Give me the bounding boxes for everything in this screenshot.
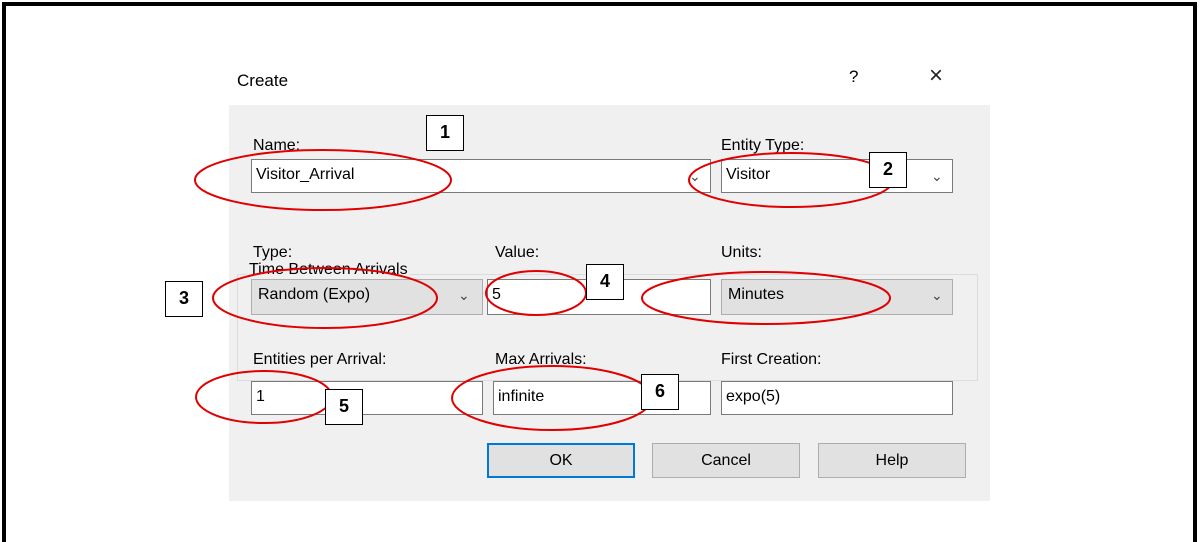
entity-type-value: Visitor xyxy=(726,166,771,183)
value-label: Value: xyxy=(495,244,540,261)
name-label: Name: xyxy=(253,137,301,154)
callout-6: 6 xyxy=(641,374,679,410)
close-icon[interactable]: × xyxy=(929,64,943,88)
entities-per-arrival-value: 1 xyxy=(256,388,265,405)
type-chevron-down-icon[interactable]: ⌄ xyxy=(458,287,470,304)
entity-type-chevron-down-icon[interactable]: ⌄ xyxy=(931,168,943,185)
first-creation-label: First Creation: xyxy=(721,351,822,368)
max-arrivals-value: infinite xyxy=(498,388,545,405)
first-creation-value: expo(5) xyxy=(726,388,781,405)
name-dropdown-chevron-down-icon[interactable]: ⌄ xyxy=(689,168,701,185)
type-select[interactable]: Random (Expo) xyxy=(251,279,483,315)
callout-5: 5 xyxy=(325,389,363,425)
dialog-title: Create xyxy=(237,71,289,90)
entity-type-combo[interactable]: Visitor xyxy=(721,159,953,193)
name-value: Visitor_Arrival xyxy=(256,166,355,183)
name-combo[interactable]: Visitor_Arrival xyxy=(251,159,711,193)
type-value: Random (Expo) xyxy=(258,286,371,303)
help-button[interactable]: Help xyxy=(818,443,966,478)
callout-1: 1 xyxy=(426,115,464,151)
time-between-arrivals-label: Time Between Arrivals xyxy=(247,261,410,279)
ok-button[interactable]: OK xyxy=(487,443,635,478)
units-label: Units: xyxy=(721,244,762,261)
entities-per-arrival-label: Entities per Arrival: xyxy=(253,351,387,368)
type-label: Type: xyxy=(253,244,293,261)
entity-type-label: Entity Type: xyxy=(721,137,805,154)
value-text: 5 xyxy=(492,286,501,303)
max-arrivals-label: Max Arrivals: xyxy=(495,351,587,368)
units-chevron-down-icon[interactable]: ⌄ xyxy=(931,287,943,304)
callout-2: 2 xyxy=(869,152,907,188)
entities-per-arrival-input[interactable]: 1 xyxy=(251,381,483,415)
first-creation-input[interactable]: expo(5) xyxy=(721,381,953,415)
cancel-button[interactable]: Cancel xyxy=(652,443,800,478)
callout-4: 4 xyxy=(586,264,624,300)
units-select[interactable]: Minutes xyxy=(721,279,953,315)
callout-3: 3 xyxy=(165,281,203,317)
help-icon[interactable]: ? xyxy=(849,67,858,87)
units-value: Minutes xyxy=(728,286,785,303)
